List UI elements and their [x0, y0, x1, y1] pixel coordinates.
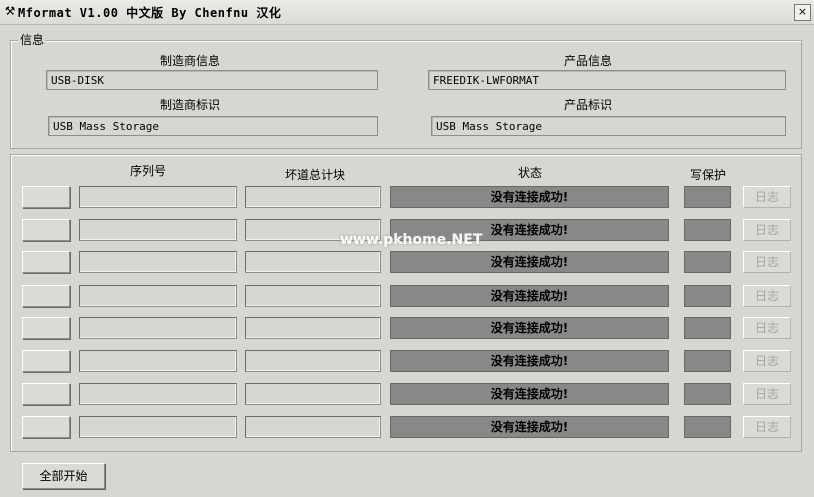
- product-id-label: 产品标识: [563, 98, 612, 112]
- log-button[interactable]: 日志: [743, 285, 791, 307]
- status-cell: 没有连接成功!: [390, 383, 669, 405]
- bad-blocks-field[interactable]: [245, 186, 381, 208]
- device-select-button[interactable]: [22, 285, 70, 307]
- device-select-button[interactable]: [22, 416, 70, 438]
- bad-blocks-header: 坏道总计块: [284, 168, 345, 182]
- serial-header: 序列号: [129, 164, 166, 178]
- status-cell: 没有连接成功!: [390, 285, 669, 307]
- status-cell: 没有连接成功!: [390, 186, 669, 208]
- log-button[interactable]: 日志: [743, 186, 791, 208]
- bad-blocks-field[interactable]: [245, 317, 381, 339]
- product-info-label: 产品信息: [563, 54, 612, 68]
- log-button[interactable]: 日志: [743, 383, 791, 405]
- status-cell: 没有连接成功!: [390, 251, 669, 273]
- device-select-button[interactable]: [22, 251, 70, 273]
- serial-field[interactable]: [79, 285, 237, 307]
- serial-field[interactable]: [79, 219, 237, 241]
- write-protect-cell: [684, 317, 731, 339]
- log-button[interactable]: 日志: [743, 219, 791, 241]
- manufacturer-info-label: 制造商信息: [159, 54, 220, 68]
- device-select-button[interactable]: [22, 317, 70, 339]
- watermark: www.pkhome.NET: [340, 232, 483, 248]
- device-select-button[interactable]: [22, 186, 70, 208]
- status-cell: 没有连接成功!: [390, 317, 669, 339]
- product-id-field[interactable]: USB Mass Storage: [431, 116, 786, 136]
- bad-blocks-field[interactable]: [245, 350, 381, 372]
- manufacturer-id-label: 制造商标识: [159, 98, 220, 112]
- bad-blocks-field[interactable]: [245, 285, 381, 307]
- serial-field[interactable]: [79, 350, 237, 372]
- product-info-field[interactable]: FREEDIK-LWFORMAT: [428, 70, 786, 90]
- log-button[interactable]: 日志: [743, 350, 791, 372]
- serial-field[interactable]: [79, 383, 237, 405]
- write-protect-cell: [684, 383, 731, 405]
- start-all-button[interactable]: 全部开始: [22, 463, 105, 489]
- status-header: 状态: [517, 166, 542, 180]
- serial-field[interactable]: [79, 186, 237, 208]
- write-protect-cell: [684, 251, 731, 273]
- bad-blocks-field[interactable]: [245, 383, 381, 405]
- title-bar: ⚒ Mformat V1.00 中文版 By Chenfnu 汉化 ×: [0, 0, 814, 25]
- write-protect-cell: [684, 219, 731, 241]
- window-title: Mformat V1.00 中文版 By Chenfnu 汉化: [18, 6, 282, 20]
- device-select-button[interactable]: [22, 350, 70, 372]
- write-protect-cell: [684, 285, 731, 307]
- status-cell: 没有连接成功!: [390, 350, 669, 372]
- close-button[interactable]: ×: [794, 4, 811, 21]
- status-cell: 没有连接成功!: [390, 416, 669, 438]
- log-button[interactable]: 日志: [743, 317, 791, 339]
- hammer-icon: ⚒: [4, 4, 16, 18]
- manufacturer-id-field[interactable]: USB Mass Storage: [48, 116, 378, 136]
- device-select-button[interactable]: [22, 219, 70, 241]
- manufacturer-info-field[interactable]: USB-DISK: [46, 70, 378, 90]
- close-icon: ×: [797, 5, 808, 18]
- bad-blocks-field[interactable]: [245, 251, 381, 273]
- write-protect-cell: [684, 186, 731, 208]
- log-button[interactable]: 日志: [743, 251, 791, 273]
- write-protect-cell: [684, 350, 731, 372]
- serial-field[interactable]: [79, 251, 237, 273]
- bad-blocks-field[interactable]: [245, 416, 381, 438]
- log-button[interactable]: 日志: [743, 416, 791, 438]
- device-select-button[interactable]: [22, 383, 70, 405]
- write-protect-header: 写保护: [689, 168, 726, 182]
- write-protect-cell: [684, 416, 731, 438]
- info-legend: 信息: [18, 31, 47, 48]
- serial-field[interactable]: [79, 416, 237, 438]
- serial-field[interactable]: [79, 317, 237, 339]
